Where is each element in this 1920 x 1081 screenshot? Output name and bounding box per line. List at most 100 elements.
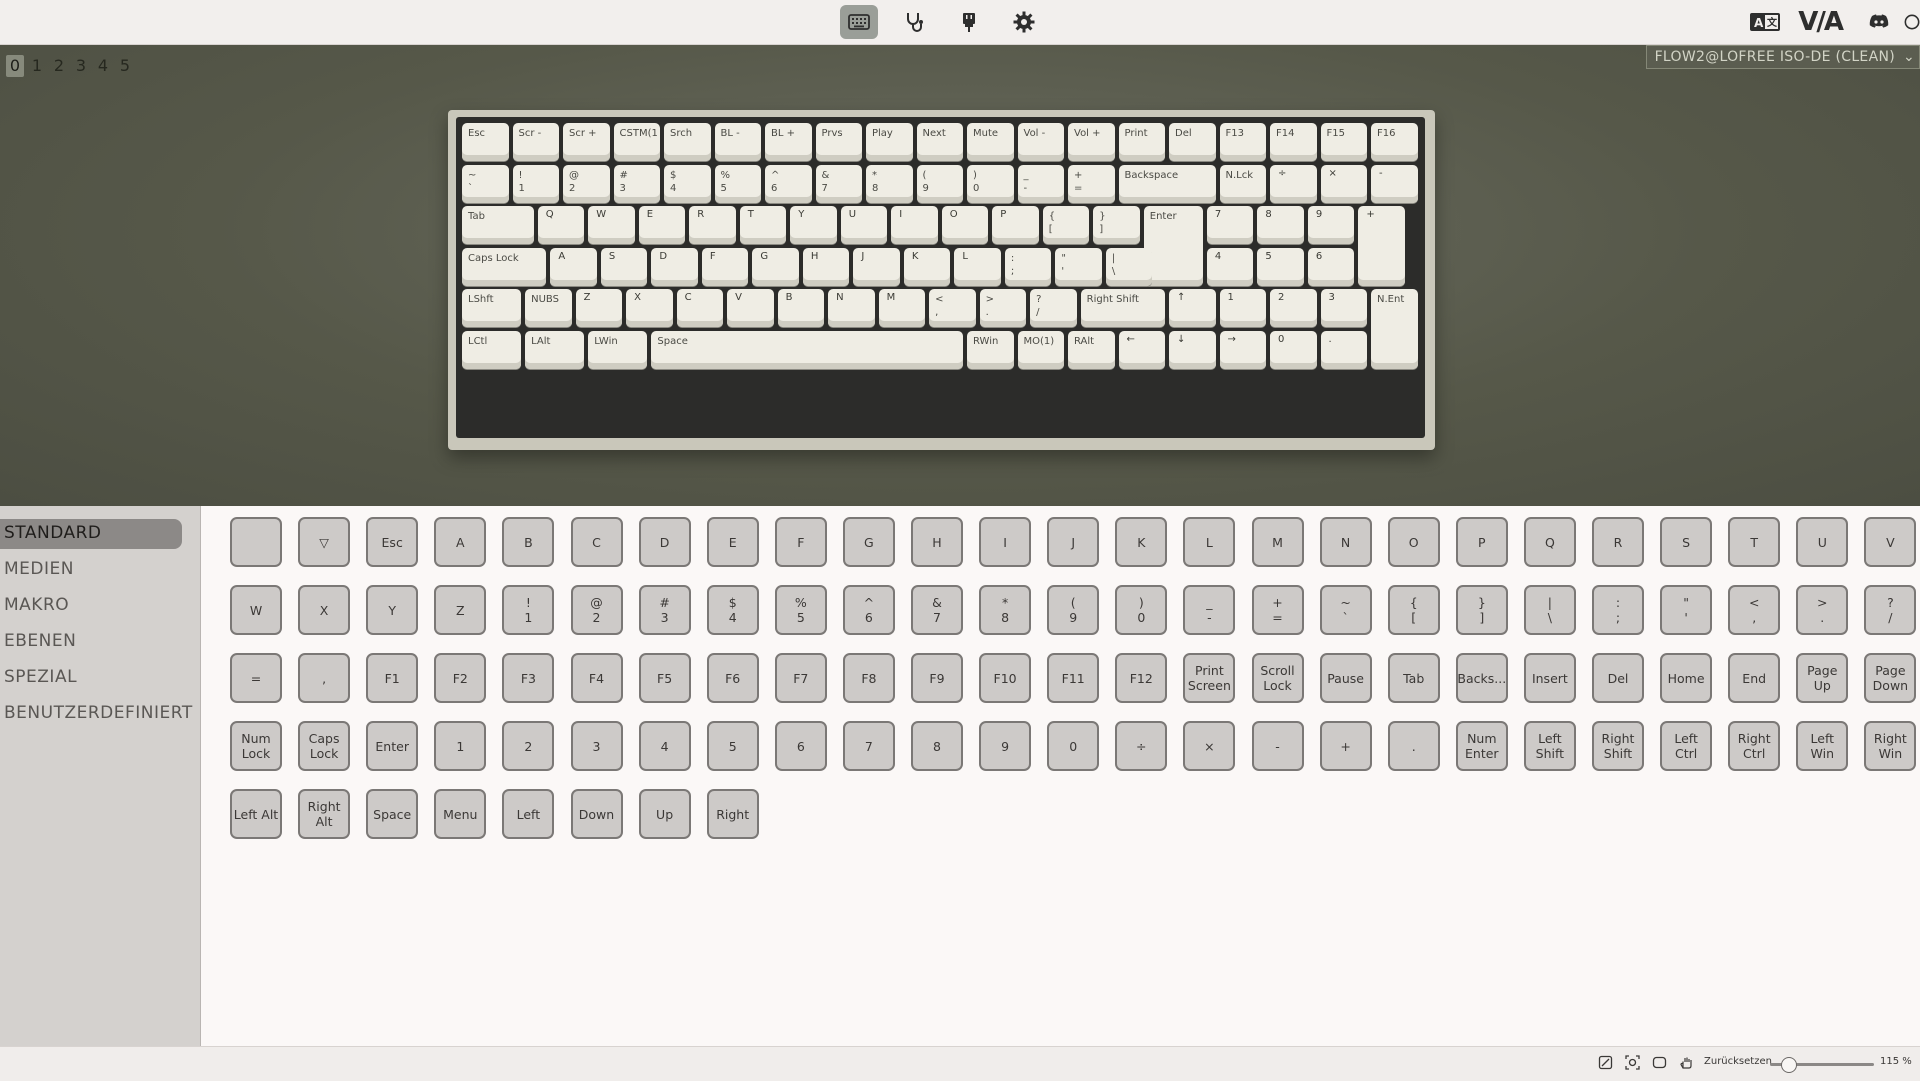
keycode-button[interactable]: O <box>1387 517 1440 567</box>
key-r3-6[interactable]: H <box>802 247 850 286</box>
zoom-slider-handle[interactable] <box>1780 1057 1797 1073</box>
key-r5-0[interactable]: LCtl <box>462 330 522 369</box>
key-r0-10[interactable]: Mute <box>967 123 1014 161</box>
keycode-button[interactable]: End <box>1728 653 1781 703</box>
keycode-button[interactable]: ! 1 <box>502 585 555 635</box>
key-r4-9[interactable]: <, <box>929 289 976 327</box>
keycode-button[interactable]: 3 <box>570 721 623 771</box>
keycode-button[interactable]: Num Enter <box>1455 721 1508 771</box>
menu-item-standard[interactable]: STANDARD <box>0 519 182 549</box>
keycode-button[interactable]: @ 2 <box>570 585 623 635</box>
keycode-button[interactable]: Backs... <box>1455 653 1508 703</box>
key-r2-9[interactable]: O <box>941 206 989 244</box>
menu-item-makro[interactable]: MAKRO <box>0 591 200 621</box>
menu-item-ebenen[interactable]: EBENEN <box>0 627 200 657</box>
key-r4-11[interactable]: ? / <box>1030 289 1077 327</box>
keycode-button[interactable]: 2 <box>502 721 555 771</box>
key-r0-12[interactable]: Vol + <box>1068 123 1115 161</box>
key-r4-15[interactable]: 2 <box>1270 289 1317 327</box>
keycode-button[interactable]: Left Alt <box>230 789 282 839</box>
key-r4-5[interactable]: V <box>727 289 774 327</box>
key-r1-12[interactable]: + = <box>1068 164 1115 203</box>
keycode-button[interactable]: Z <box>434 585 487 635</box>
keycode-button[interactable]: < , <box>1728 585 1781 635</box>
key-r1-2[interactable]: @2 <box>563 164 610 203</box>
key-r2-7[interactable]: U <box>840 206 888 244</box>
key-r1-13[interactable]: Backspace <box>1118 164 1216 203</box>
key-r3-15[interactable]: 6 <box>1307 247 1355 286</box>
window-icon[interactable] <box>1652 1055 1667 1070</box>
keycode-button[interactable]: | \ <box>1523 585 1576 635</box>
key-r1-8[interactable]: * 8 <box>866 164 913 203</box>
keycode-button[interactable]: Right Alt <box>298 789 351 839</box>
discord-button[interactable] <box>1860 6 1898 38</box>
keycode-button[interactable]: ~ ` <box>1319 585 1372 635</box>
key-r0-4[interactable]: Srch <box>664 123 711 161</box>
keycode-button[interactable]: } ] <box>1455 585 1508 635</box>
key-r2-4[interactable]: R <box>689 206 736 244</box>
keycode-button[interactable]: + <box>1319 721 1372 771</box>
keycode-button[interactable]: Left Ctrl <box>1660 721 1713 771</box>
key-r4-2[interactable]: Z <box>575 289 623 327</box>
key-r2-6[interactable]: Y <box>790 206 837 244</box>
keycode-button[interactable]: F12 <box>1115 653 1168 703</box>
key-r4-16[interactable]: 3 <box>1320 289 1367 327</box>
keycode-button[interactable]: : ; <box>1592 585 1644 635</box>
keycode-button[interactable]: F9 <box>911 653 963 703</box>
key-r3-8[interactable]: K <box>903 247 951 286</box>
keycode-button[interactable]: Insert <box>1523 653 1576 703</box>
layer-1[interactable]: 1 <box>28 55 46 77</box>
key-r2-1[interactable]: Q <box>537 206 585 244</box>
key-r0-16[interactable]: F14 <box>1270 123 1317 161</box>
key-r0-7[interactable]: Prvs <box>815 123 862 161</box>
keycode-button[interactable]: Y <box>366 585 419 635</box>
keycode-button[interactable]: Down <box>570 789 623 839</box>
nav-settings-button[interactable] <box>1005 5 1043 39</box>
keycode-button[interactable]: J <box>1047 517 1100 567</box>
key-r0-9[interactable]: Next <box>916 123 963 161</box>
key-r2-12[interactable]: }] <box>1093 206 1140 244</box>
key-r2-15[interactable]: 8 <box>1257 206 1304 244</box>
key-r1-5[interactable]: % 5 <box>714 164 761 203</box>
keycode-button[interactable]: × <box>1183 721 1236 771</box>
keycode-button[interactable]: 5 <box>706 721 759 771</box>
github-button[interactable] <box>1904 6 1920 38</box>
keycode-button[interactable]: E <box>706 517 759 567</box>
keycode-button[interactable] <box>230 517 282 567</box>
hand-icon[interactable] <box>1679 1055 1694 1070</box>
key-r1-11[interactable]: _ - <box>1017 164 1064 203</box>
keycode-button[interactable]: P <box>1455 517 1508 567</box>
keycode-button[interactable]: Num Lock <box>230 721 282 771</box>
keycode-button[interactable]: ^ 6 <box>842 585 895 635</box>
key-r3-13[interactable]: 4 <box>1206 247 1254 286</box>
key-r4-8[interactable]: M <box>878 289 926 327</box>
layer-5[interactable]: 5 <box>116 55 134 77</box>
key-r1-0[interactable]: ~ ` <box>462 164 509 203</box>
key-r4-7[interactable]: N <box>828 289 875 327</box>
via-logo[interactable]: V/A <box>1798 7 1844 37</box>
key-r1-14[interactable]: N.Lck <box>1219 164 1266 203</box>
key-r2-2[interactable]: W <box>588 206 635 244</box>
keycode-button[interactable]: Esc <box>366 517 419 567</box>
keycode-button[interactable]: + = <box>1251 585 1304 635</box>
keycode-button[interactable]: F5 <box>638 653 691 703</box>
key-r4-12[interactable]: Right Shift <box>1080 289 1165 327</box>
keycode-button[interactable]: F <box>774 517 827 567</box>
key-r5-8[interactable]: ↓ <box>1169 330 1216 369</box>
keycode-button[interactable]: Tab <box>1387 653 1440 703</box>
key-r2-11[interactable]: {[ <box>1042 206 1090 244</box>
key-r3-0[interactable]: Caps Lock <box>462 247 547 286</box>
keycode-button[interactable]: V <box>1864 517 1917 567</box>
keycode-button[interactable]: Up <box>638 789 691 839</box>
key-r4-0[interactable]: LShft <box>462 289 522 327</box>
keycode-button[interactable]: C <box>570 517 623 567</box>
keycode-button[interactable]: = <box>230 653 282 703</box>
key-r3-4[interactable]: F <box>701 247 749 286</box>
key-r2-0[interactable]: Tab <box>462 206 534 244</box>
key-r1-16[interactable]: × <box>1320 164 1367 203</box>
key-r5-9[interactable]: → <box>1219 330 1266 369</box>
layer-2[interactable]: 2 <box>50 55 68 77</box>
keycode-button[interactable]: R <box>1592 517 1644 567</box>
key-r4-14[interactable]: 1 <box>1219 289 1266 327</box>
key-r3-2[interactable]: S <box>600 247 648 286</box>
